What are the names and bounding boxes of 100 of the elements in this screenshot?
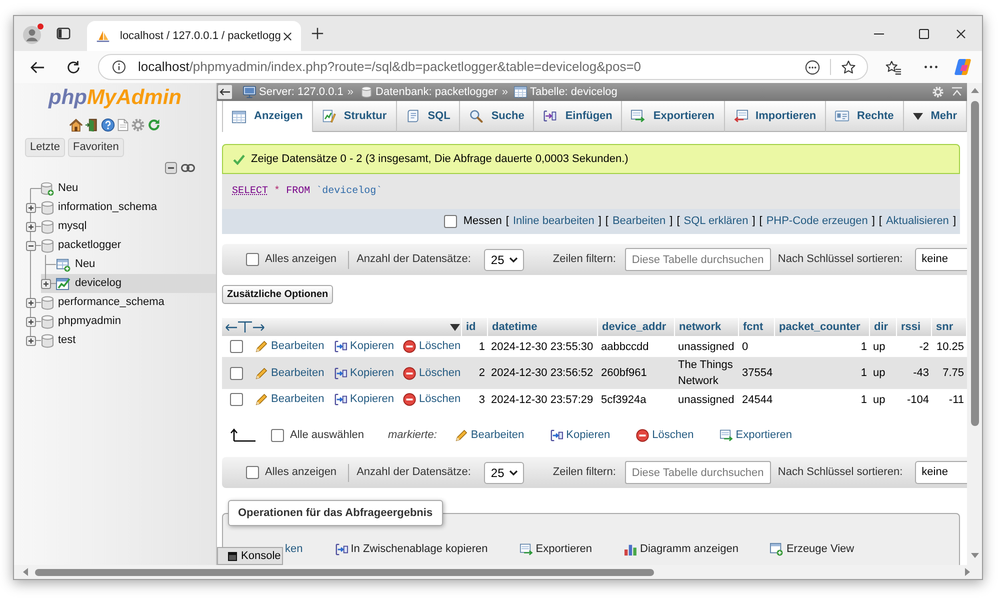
show-all-checkbox[interactable] [246,466,259,479]
sidebar-icon[interactable] [56,26,71,41]
app-logo[interactable]: phpMyAdmin [48,86,182,110]
tree-item[interactable]: packetlogger [26,236,216,255]
query-action-link[interactable]: Aktualisieren [886,213,949,230]
more-icon[interactable] [924,65,938,69]
query-action-link[interactable]: Inline bearbeiten [512,213,594,230]
scrollbar-thumb[interactable] [35,568,654,576]
sidebar-tab-button[interactable]: Letzte [25,138,65,157]
breadcrumb-link[interactable]: Tabelle: devicelog [514,84,618,100]
tree-item[interactable]: test [26,331,216,350]
tree-item[interactable]: information_schema [26,198,216,217]
expand-icon[interactable] [26,336,36,346]
tree-item[interactable]: devicelog [41,274,216,293]
sql-keyword-link[interactable]: SELECT [232,186,268,197]
edit-link[interactable]: Bearbeiten [255,338,324,355]
create-view-link[interactable]: Erzeuge View [770,540,854,558]
export-link[interactable]: Exportieren [720,426,792,444]
address-bar[interactable]: localhost/phpmyadmin/index.php?route=/sql&db=packetlogger&table=devicelog&pos=0 [98,54,868,80]
profiling-checkbox[interactable] [444,215,458,228]
rows-per-page-select[interactable]: 25 [484,248,524,270]
home-icon[interactable] [69,118,83,132]
extra-options-button[interactable]: Zusätzliche Optionen [222,285,334,304]
delete-link[interactable]: Löschen [636,426,694,444]
edit-link[interactable]: Bearbeiten [255,391,324,408]
sidebar-tab-button[interactable]: Favoriten [68,138,124,157]
exit-icon[interactable] [85,118,99,132]
column-header[interactable]: packet_counter [779,318,860,336]
delete-link[interactable]: Löschen [403,364,461,382]
print-link[interactable]: ken [285,540,303,558]
column-header[interactable]: network [679,318,722,336]
link-icon[interactable] [181,164,195,172]
tab[interactable]: Anzeigen [222,101,313,132]
vertical-scrollbar[interactable] [967,83,982,565]
minimize-icon[interactable] [874,32,884,34]
edit-link[interactable]: Bearbeiten [255,364,324,382]
more-circle-icon[interactable] [805,60,820,74]
scrollbar-thumb[interactable] [970,101,978,426]
help-icon[interactable] [101,118,115,132]
arrow-left-icon[interactable] [218,85,232,99]
delete-link[interactable]: Löschen [403,391,461,408]
export-link[interactable]: Exportieren [520,540,592,558]
maximize-icon[interactable] [919,28,929,38]
close-icon[interactable] [283,32,292,40]
scroll-right-icon[interactable] [965,568,970,576]
filter-input[interactable]: Diese Tabelle durchsuchen [624,248,771,271]
row-checkbox[interactable] [230,340,242,353]
rows-per-page-select[interactable]: 25 [484,462,524,484]
tree-item[interactable]: Neu [26,179,216,198]
scroll-down-icon[interactable] [970,553,978,558]
tree-item[interactable]: phpmyadmin [26,312,216,331]
tab[interactable]: Importieren [724,101,826,132]
breadcrumb-link[interactable]: Datenbank: packetlogger [360,84,498,100]
expand-icon[interactable] [26,298,36,308]
plus-icon[interactable] [311,27,324,40]
ribbon-logo-icon[interactable] [953,57,973,77]
column-header[interactable]: datetime [492,318,538,336]
expand-icon[interactable] [41,278,51,288]
tab[interactable]: Einfügen [534,101,622,132]
document-icon[interactable] [117,118,129,132]
column-arrows-icon[interactable] [225,321,265,333]
breadcrumb-link[interactable]: Server: 127.0.0.1 [243,84,344,100]
show-all-checkbox[interactable] [246,253,259,266]
select-all-checkbox[interactable] [271,428,284,442]
column-header[interactable]: id [466,318,476,336]
query-action-link[interactable]: PHP-Code erzeugen [766,213,868,230]
console-button[interactable]: Konsole [217,547,283,565]
caret-down-icon[interactable] [450,324,460,330]
row-checkbox[interactable] [230,393,242,406]
horizontal-scrollbar[interactable] [14,565,982,579]
tab[interactable]: Suche [460,101,534,132]
delete-link[interactable]: Löschen [403,338,461,355]
copy-link[interactable]: Kopieren [334,391,394,408]
copy-link[interactable]: In Zwischenablage kopieren [334,540,488,558]
tab[interactable]: Mehr [904,101,967,132]
tree-item[interactable]: performance_schema [26,293,216,312]
tab[interactable]: Struktur [312,101,397,132]
sort-select[interactable]: keine [914,461,967,484]
column-header[interactable]: rssi [901,318,921,336]
star-icon[interactable] [841,60,856,74]
collapse-all-icon[interactable] [165,162,177,174]
collapse-icon[interactable] [26,240,36,250]
tab[interactable]: Exportieren [622,101,725,132]
edit-link[interactable]: Bearbeiten [454,426,524,444]
query-action-link[interactable]: SQL erklären [684,213,748,230]
copy-link[interactable]: Kopieren [334,338,394,355]
tab[interactable]: Rechte [826,101,904,132]
tab[interactable]: SQL [396,101,460,132]
back-icon[interactable] [30,60,45,74]
info-icon[interactable] [112,60,126,74]
scroll-left-icon[interactable] [23,568,28,576]
column-header[interactable]: fcnt [743,318,764,336]
tree-item[interactable]: mysql [26,217,216,236]
filter-input[interactable]: Diese Tabelle durchsuchen [624,461,771,484]
expand-icon[interactable] [26,202,36,212]
browser-tab[interactable]: localhost / 127.0.0.1 / packetlogg [87,21,301,51]
expand-icon[interactable] [26,222,36,232]
close-icon[interactable] [956,28,966,38]
sort-select[interactable]: keine [914,248,967,271]
column-header[interactable]: device_addr [602,318,666,336]
